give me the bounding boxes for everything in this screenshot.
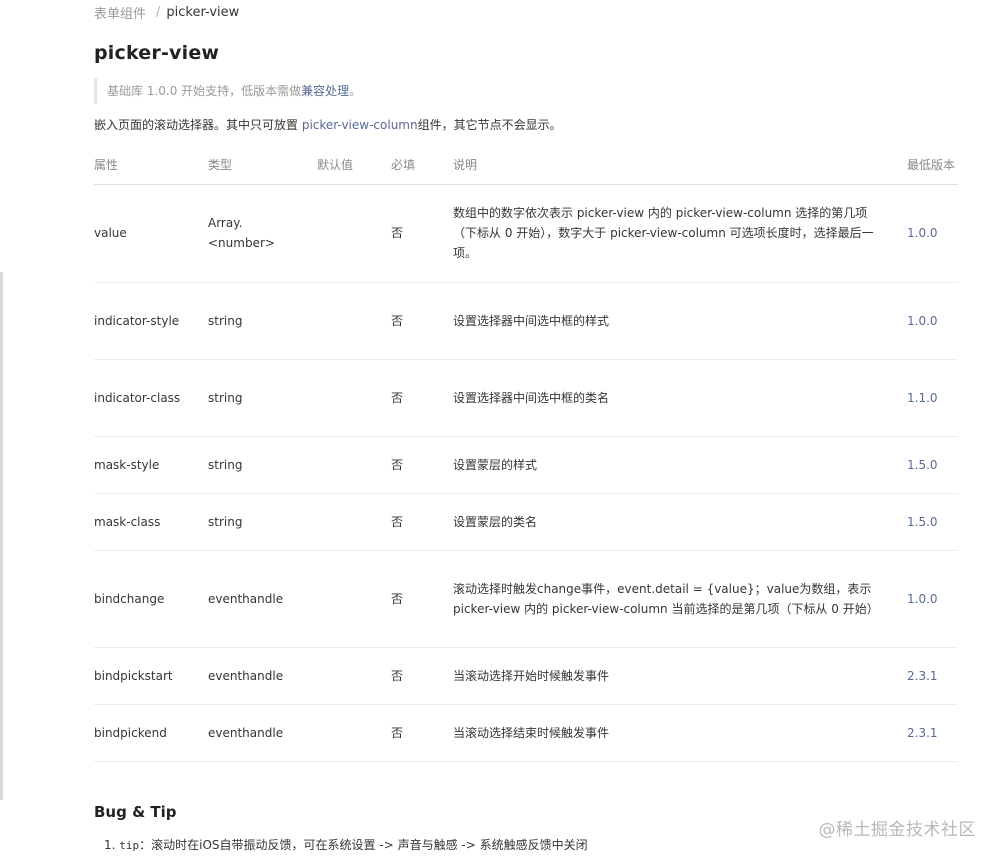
cell-required: 否 xyxy=(391,647,453,705)
cell-attr: indicator-class xyxy=(94,359,208,437)
header-type: 类型 xyxy=(208,146,317,185)
header-required: 必填 xyxy=(391,146,453,185)
cell-attr: mask-class xyxy=(94,493,208,551)
header-default: 默认值 xyxy=(317,146,391,185)
cell-version: 1.0.0 xyxy=(907,550,958,648)
cell-required: 否 xyxy=(391,704,453,762)
cell-description: 设置蒙层的类名 xyxy=(453,493,907,551)
cell-version: 2.3.1 xyxy=(907,704,958,762)
properties-table: 属性 类型 默认值 必填 说明 最低版本 value Array.<number… xyxy=(94,146,958,762)
cell-version: 2.3.1 xyxy=(907,647,958,705)
cell-description: 设置蒙层的样式 xyxy=(453,436,907,494)
breadcrumb-current: picker-view xyxy=(166,4,240,20)
cell-version: 1.0.0 xyxy=(907,282,958,360)
cell-type: string xyxy=(208,493,317,551)
table-header-row: 属性 类型 默认值 必填 说明 最低版本 xyxy=(94,146,958,185)
cell-default xyxy=(317,184,391,283)
breadcrumb-parent-link[interactable]: 表单组件 xyxy=(94,3,146,22)
breadcrumb-separator: / xyxy=(156,4,161,20)
header-description: 说明 xyxy=(453,146,907,185)
cell-type: string xyxy=(208,282,317,360)
cell-required: 否 xyxy=(391,282,453,360)
version-note: 基础库 1.0.0 开始支持，低版本需做兼容处理。 xyxy=(94,78,958,104)
header-attr: 属性 xyxy=(94,146,208,185)
cell-default xyxy=(317,647,391,705)
cell-default xyxy=(317,550,391,648)
cell-type: string xyxy=(208,436,317,494)
table-row: indicator-style string 否 设置选择器中间选中框的样式 1… xyxy=(94,282,958,360)
cell-attr: bindchange xyxy=(94,550,208,648)
cell-description: 设置选择器中间选中框的类名 xyxy=(453,359,907,437)
cell-attr: bindpickend xyxy=(94,704,208,762)
cell-description: 当滚动选择结束时候触发事件 xyxy=(453,704,907,762)
tip-code: tip xyxy=(119,839,140,852)
cell-version: 1.5.0 xyxy=(907,493,958,551)
cell-attr: bindpickstart xyxy=(94,647,208,705)
cell-required: 否 xyxy=(391,493,453,551)
cell-required: 否 xyxy=(391,436,453,494)
cell-required: 否 xyxy=(391,550,453,648)
component-description: 嵌入页面的滚动选择器。其中只可放置 picker-view-column组件，其… xyxy=(94,116,562,133)
compat-link[interactable]: 兼容处理 xyxy=(301,84,349,98)
table-row: bindchange eventhandle 否 滚动选择时触发change事件… xyxy=(94,550,958,648)
cell-description: 滚动选择时触发change事件，event.detail = {value}；v… xyxy=(453,550,907,648)
table-row: bindpickstart eventhandle 否 当滚动选择开始时候触发事… xyxy=(94,647,958,705)
cell-type: eventhandle xyxy=(208,550,317,648)
table-row: mask-class string 否 设置蒙层的类名 1.5.0 xyxy=(94,493,958,551)
cell-required: 否 xyxy=(391,359,453,437)
bug-tip-heading: Bug & Tip xyxy=(94,803,177,821)
description-after: 组件，其它节点不会显示。 xyxy=(417,118,562,132)
tip-text: ：滚动时在iOS自带振动反馈，可在系统设置 -> 声音与触感 -> 系统触感反馈… xyxy=(139,838,588,852)
list-item: 1. tip：滚动时在iOS自带振动反馈，可在系统设置 -> 声音与触感 -> … xyxy=(104,836,588,853)
cell-attr: indicator-style xyxy=(94,282,208,360)
list-item-number: 1. xyxy=(104,838,116,852)
table-row: value Array.<number> 否 数组中的数字依次表示 picker… xyxy=(94,184,958,283)
cell-default xyxy=(317,493,391,551)
page-title: picker-view xyxy=(94,42,220,64)
header-min-version: 最低版本 xyxy=(907,146,958,185)
breadcrumb: 表单组件 / picker-view xyxy=(94,3,240,22)
cell-type: eventhandle xyxy=(208,704,317,762)
cell-version: 1.1.0 xyxy=(907,359,958,437)
picker-view-column-link[interactable]: picker-view-column xyxy=(302,118,418,132)
cell-description: 数组中的数字依次表示 picker-view 内的 picker-view-co… xyxy=(453,184,907,283)
cell-type: eventhandle xyxy=(208,647,317,705)
version-note-text: 基础库 1.0.0 开始支持，低版本需做 xyxy=(107,84,302,98)
cell-version: 1.5.0 xyxy=(907,436,958,494)
cell-version: 1.0.0 xyxy=(907,184,958,283)
cell-attr: value xyxy=(94,184,208,283)
cell-default xyxy=(317,436,391,494)
description-before: 嵌入页面的滚动选择器。其中只可放置 xyxy=(94,118,302,132)
cell-default xyxy=(317,704,391,762)
cell-default xyxy=(317,359,391,437)
table-row: mask-style string 否 设置蒙层的样式 1.5.0 xyxy=(94,436,958,494)
watermark: @稀土掘金技术社区 xyxy=(818,820,976,840)
table-row: indicator-class string 否 设置选择器中间选中框的类名 1… xyxy=(94,359,958,437)
cell-default xyxy=(317,282,391,360)
cell-required: 否 xyxy=(391,184,453,283)
cell-type: Array.<number> xyxy=(208,184,317,283)
table-row: bindpickend eventhandle 否 当滚动选择结束时候触发事件 … xyxy=(94,704,958,762)
version-note-end: 。 xyxy=(349,84,362,98)
cell-type: string xyxy=(208,359,317,437)
cell-description: 设置选择器中间选中框的样式 xyxy=(453,282,907,360)
cell-description: 当滚动选择开始时候触发事件 xyxy=(453,647,907,705)
left-scroll-rule xyxy=(0,272,3,800)
cell-attr: mask-style xyxy=(94,436,208,494)
